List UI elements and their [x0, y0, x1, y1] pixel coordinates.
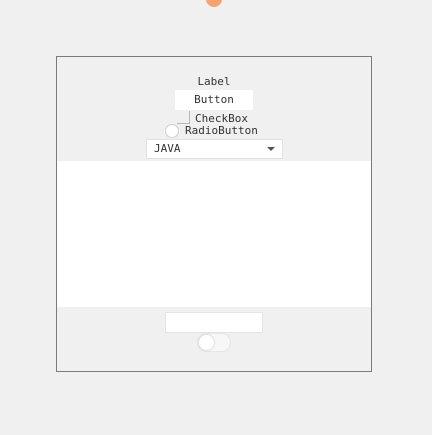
radio-label: RadioButton — [185, 124, 258, 137]
accent-dot — [206, 0, 222, 7]
language-combobox[interactable]: JAVA — [146, 139, 283, 159]
toggle-switch[interactable] — [197, 333, 231, 352]
chevron-down-icon[interactable] — [267, 147, 275, 151]
combobox-value: JAVA — [154, 142, 181, 155]
radio-circle-icon[interactable] — [165, 124, 179, 138]
checkbox-box-icon[interactable] — [177, 111, 190, 124]
button-widget[interactable]: Button — [175, 90, 253, 110]
content-area — [57, 161, 371, 307]
label-text: Label — [197, 75, 231, 88]
text-field[interactable] — [165, 312, 263, 333]
widget-window: Label Button CheckBox RadioButton JAVA — [56, 56, 372, 372]
toggle-knob[interactable] — [199, 335, 214, 350]
